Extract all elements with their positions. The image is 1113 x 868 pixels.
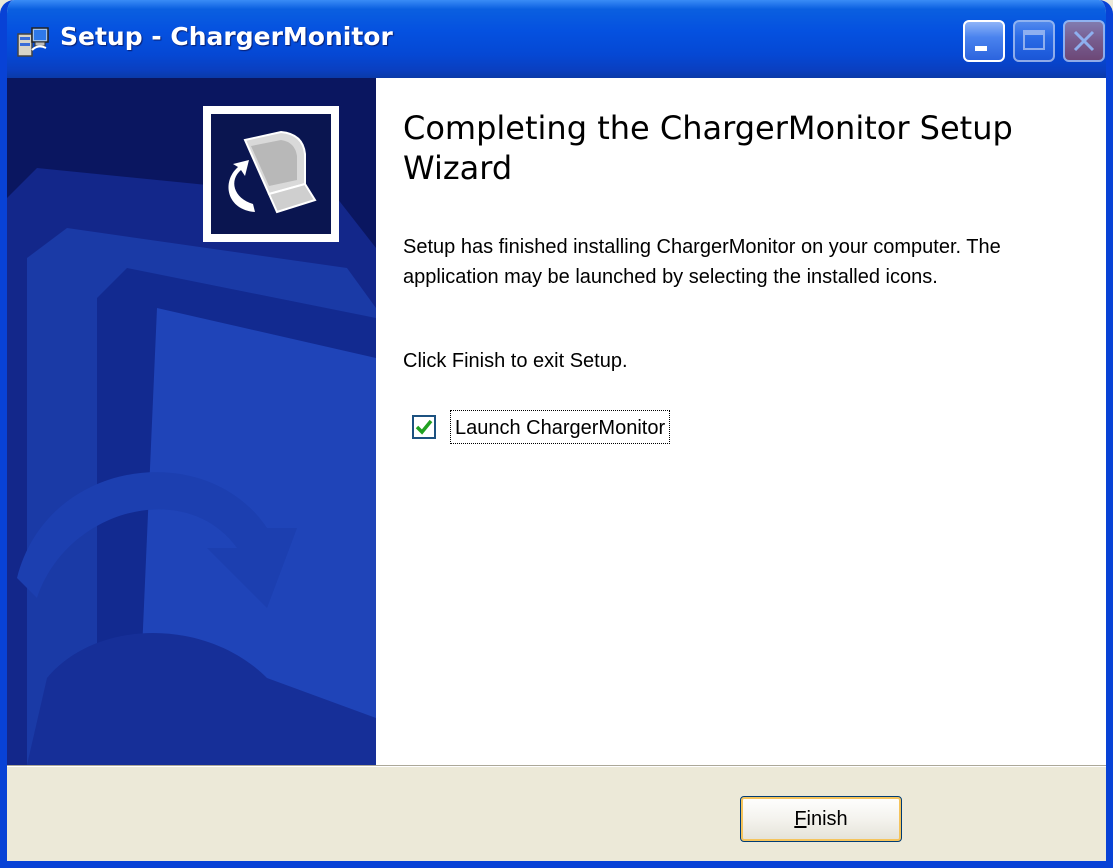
wizard-description: Setup has finished installing ChargerMon… [403,236,1001,288]
close-icon [1073,30,1095,52]
launch-checkbox[interactable] [412,415,436,439]
footer-separator [7,765,1106,767]
finish-button[interactable]: Finish [740,796,902,842]
launch-checkbox-row[interactable]: Launch ChargerMonitor [412,409,712,445]
window-title: Setup - ChargerMonitor [60,22,393,51]
minimize-icon [975,46,987,51]
setup-logo [203,106,339,242]
maximize-button[interactable] [1013,20,1055,62]
close-button[interactable] [1063,20,1105,62]
setup-computer-icon [211,114,331,234]
wizard-heading: Completing the ChargerMonitor Setup Wiza… [403,109,1013,187]
wizard-instruction: Click Finish to exit Setup. [403,350,628,372]
minimize-button[interactable] [963,20,1005,62]
launch-checkbox-label[interactable]: Launch ChargerMonitor [450,410,671,444]
wizard-side-image [7,78,376,765]
finish-label: inish [806,808,848,830]
wizard-content: Completing the ChargerMonitor Setup Wiza… [7,78,1106,765]
finish-accelerator: F [794,808,807,830]
checkmark-icon [415,419,433,435]
setup-app-icon [17,27,49,57]
maximize-icon [1023,30,1045,50]
setup-window: Setup - ChargerMonitor Completing the Ch… [0,0,1113,868]
title-bar[interactable]: Setup - ChargerMonitor [7,0,1106,78]
